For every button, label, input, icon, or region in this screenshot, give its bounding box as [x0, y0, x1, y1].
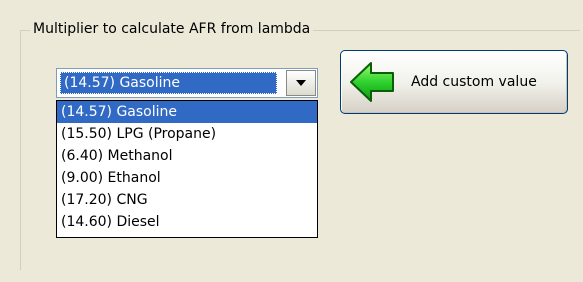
fuel-dropdown-list[interactable]: (14.57) Gasoline (15.50) LPG (Propane) (…: [56, 100, 318, 238]
dropdown-item-methanol[interactable]: (6.40) Methanol: [57, 145, 317, 167]
combobox-selected-value[interactable]: (14.57) Gasoline: [60, 72, 277, 94]
combobox-dropdown-button[interactable]: [286, 70, 316, 96]
chevron-down-icon: [296, 80, 306, 86]
fuel-multiplier-combobox[interactable]: (14.57) Gasoline: [56, 68, 318, 98]
dropdown-item-lpg[interactable]: (15.50) LPG (Propane): [57, 123, 317, 145]
groupbox-title: Multiplier to calculate AFR from lambda: [30, 20, 314, 38]
dropdown-item-gasoline[interactable]: (14.57) Gasoline: [57, 101, 317, 123]
dropdown-item-diesel[interactable]: (14.60) Diesel: [57, 211, 317, 233]
add-button-label: Add custom value: [411, 74, 537, 90]
settings-window: Multiplier to calculate AFR from lambda …: [0, 0, 583, 282]
focus-rectangle: [60, 72, 277, 94]
add-custom-value-button[interactable]: Add custom value: [340, 50, 568, 114]
dropdown-item-cng[interactable]: (17.20) CNG: [57, 189, 317, 211]
dropdown-item-ethanol[interactable]: (9.00) Ethanol: [57, 167, 317, 189]
green-arrow-left-icon: [350, 62, 394, 102]
